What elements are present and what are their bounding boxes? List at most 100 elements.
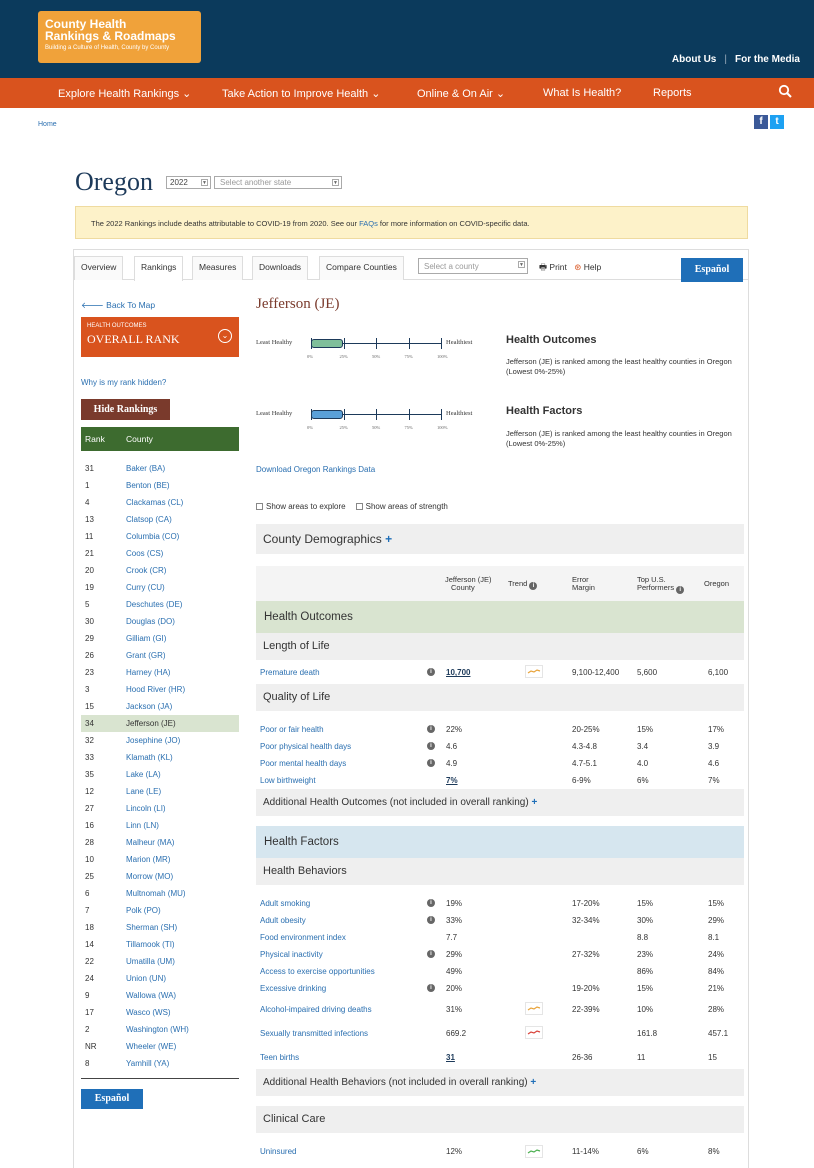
nav-item-3[interactable]: What Is Health?: [543, 87, 621, 99]
measure-link[interactable]: Access to exercise opportunities: [260, 967, 375, 976]
rank-row[interactable]: 29 Gilliam (GI): [81, 630, 239, 647]
rank-row[interactable]: 27 Lincoln (LI): [81, 800, 239, 817]
nav-item-2[interactable]: Online & On Air ⌄: [417, 87, 505, 100]
county-link[interactable]: Umatilla (UM): [126, 957, 175, 966]
rank-row[interactable]: 19 Curry (CU): [81, 579, 239, 596]
county-link[interactable]: Sherman (SH): [126, 923, 177, 932]
county-demographics-toggle[interactable]: County Demographics +: [256, 524, 744, 554]
county-link[interactable]: Jefferson (JE): [126, 719, 176, 728]
rank-row[interactable]: 25 Morrow (MO): [81, 868, 239, 885]
county-link[interactable]: Harney (HA): [126, 668, 170, 677]
rank-row[interactable]: 11 Columbia (CO): [81, 528, 239, 545]
county-link[interactable]: Wasco (WS): [126, 1008, 171, 1017]
info-icon[interactable]: i: [427, 916, 435, 924]
measure-link[interactable]: Poor mental health days: [260, 759, 346, 768]
county-link[interactable]: Grant (GR): [126, 651, 166, 660]
county-link[interactable]: Deschutes (DE): [126, 600, 182, 609]
county-link[interactable]: Curry (CU): [126, 583, 165, 592]
info-icon[interactable]: i: [427, 950, 435, 958]
info-icon[interactable]: i: [427, 742, 435, 750]
rank-row[interactable]: 3 Hood River (HR): [81, 681, 239, 698]
county-link[interactable]: Polk (PO): [126, 906, 161, 915]
info-icon[interactable]: i: [529, 582, 538, 590]
espanol-sidebar-button[interactable]: Español: [81, 1089, 143, 1109]
county-link[interactable]: Washington (WH): [126, 1025, 189, 1034]
county-link[interactable]: Columbia (CO): [126, 532, 179, 541]
tab-measures[interactable]: Measures: [192, 256, 244, 280]
county-value[interactable]: 7%: [446, 776, 458, 785]
rank-row[interactable]: 22 Umatilla (UM): [81, 953, 239, 970]
rank-row[interactable]: 1 Benton (BE): [81, 477, 239, 494]
facebook-icon[interactable]: f: [754, 115, 768, 129]
county-link[interactable]: Yamhill (YA): [126, 1059, 169, 1068]
for-the-media-link[interactable]: For the Media: [735, 54, 800, 65]
printer-icon[interactable]: 🖶: [539, 262, 547, 272]
county-link[interactable]: Lane (LE): [126, 787, 161, 796]
rank-row[interactable]: 18 Sherman (SH): [81, 919, 239, 936]
measure-link[interactable]: Excessive drinking: [260, 984, 326, 993]
trend-chart-icon[interactable]: [525, 665, 543, 678]
rank-row[interactable]: 16 Linn (LN): [81, 817, 239, 834]
county-link[interactable]: Malheur (MA): [126, 838, 174, 847]
nav-item-0[interactable]: Explore Health Rankings ⌄: [58, 87, 191, 100]
info-icon[interactable]: i: [676, 586, 685, 594]
county-value[interactable]: 10,700: [446, 668, 470, 677]
rank-row[interactable]: 34 Jefferson (JE): [81, 715, 239, 732]
county-link[interactable]: Clackamas (CL): [126, 498, 183, 507]
state-select[interactable]: Select another state ▼: [214, 176, 342, 189]
year-select[interactable]: 2022 ▼: [166, 176, 211, 189]
rank-row[interactable]: 6 Multnomah (MU): [81, 885, 239, 902]
county-link[interactable]: Douglas (DO): [126, 617, 175, 626]
hide-rankings-button[interactable]: Hide Rankings: [81, 399, 170, 420]
county-link[interactable]: Morrow (MO): [126, 872, 173, 881]
rank-row[interactable]: 15 Jackson (JA): [81, 698, 239, 715]
faqs-link[interactable]: FAQs: [359, 219, 378, 228]
county-link[interactable]: Josephine (JO): [126, 736, 180, 745]
rank-row[interactable]: 32 Josephine (JO): [81, 732, 239, 749]
info-icon[interactable]: i: [427, 668, 435, 676]
tab-rankings[interactable]: Rankings: [134, 256, 184, 281]
info-icon[interactable]: i: [427, 759, 435, 767]
rank-row[interactable]: 12 Lane (LE): [81, 783, 239, 800]
lifebuoy-icon[interactable]: ⊛: [574, 262, 581, 272]
rank-row[interactable]: 4 Clackamas (CL): [81, 494, 239, 511]
rank-row[interactable]: 31 Baker (BA): [81, 460, 239, 477]
about-us-link[interactable]: About Us: [672, 54, 716, 65]
measure-link[interactable]: Physical inactivity: [260, 950, 323, 959]
tab-downloads[interactable]: Downloads: [252, 256, 309, 280]
show-explore-checkbox[interactable]: Show areas to explore: [256, 502, 346, 511]
county-link[interactable]: Jackson (JA): [126, 702, 172, 711]
rank-row[interactable]: 20 Crook (CR): [81, 562, 239, 579]
county-link[interactable]: Marion (MR): [126, 855, 170, 864]
info-icon[interactable]: i: [427, 899, 435, 907]
county-link[interactable]: Union (UN): [126, 974, 166, 983]
additional-measures-toggle[interactable]: Additional Health Outcomes (not included…: [256, 789, 744, 816]
measure-link[interactable]: Premature death: [260, 668, 320, 677]
rank-row[interactable]: 2 Washington (WH): [81, 1021, 239, 1038]
county-link[interactable]: Multnomah (MU): [126, 889, 186, 898]
measure-link[interactable]: Food environment index: [260, 933, 346, 942]
rank-row[interactable]: 17 Wasco (WS): [81, 1004, 239, 1021]
nav-item-4[interactable]: Reports: [653, 87, 692, 99]
county-link[interactable]: Crook (CR): [126, 566, 166, 575]
trend-chart-icon[interactable]: [525, 1026, 543, 1039]
trend-chart-icon[interactable]: [525, 1145, 543, 1158]
measure-link[interactable]: Low birthweight: [260, 776, 316, 785]
rank-row[interactable]: 21 Coos (CS): [81, 545, 239, 562]
show-strength-checkbox[interactable]: Show areas of strength: [355, 502, 448, 511]
rank-row[interactable]: 28 Malheur (MA): [81, 834, 239, 851]
overall-rank-toggle[interactable]: HEALTH OUTCOMES OVERALL RANK ⌄: [81, 317, 239, 357]
nav-item-1[interactable]: Take Action to Improve Health ⌄: [222, 87, 380, 100]
measure-link[interactable]: Adult obesity: [260, 916, 306, 925]
why-rank-hidden-link[interactable]: Why is my rank hidden?: [81, 378, 239, 387]
rank-row[interactable]: 26 Grant (GR): [81, 647, 239, 664]
rank-row[interactable]: 10 Marion (MR): [81, 851, 239, 868]
download-rankings-link[interactable]: Download Oregon Rankings Data: [256, 465, 375, 474]
measure-link[interactable]: Poor physical health days: [260, 742, 351, 751]
rank-row[interactable]: 8 Yamhill (YA): [81, 1055, 239, 1072]
county-link[interactable]: Lincoln (LI): [126, 804, 166, 813]
back-to-map-link[interactable]: 🡐 Back To Map: [81, 300, 239, 311]
breadcrumb-home[interactable]: Home: [38, 121, 57, 128]
rank-row[interactable]: 33 Klamath (KL): [81, 749, 239, 766]
county-select[interactable]: Select a county ▼: [418, 258, 528, 274]
